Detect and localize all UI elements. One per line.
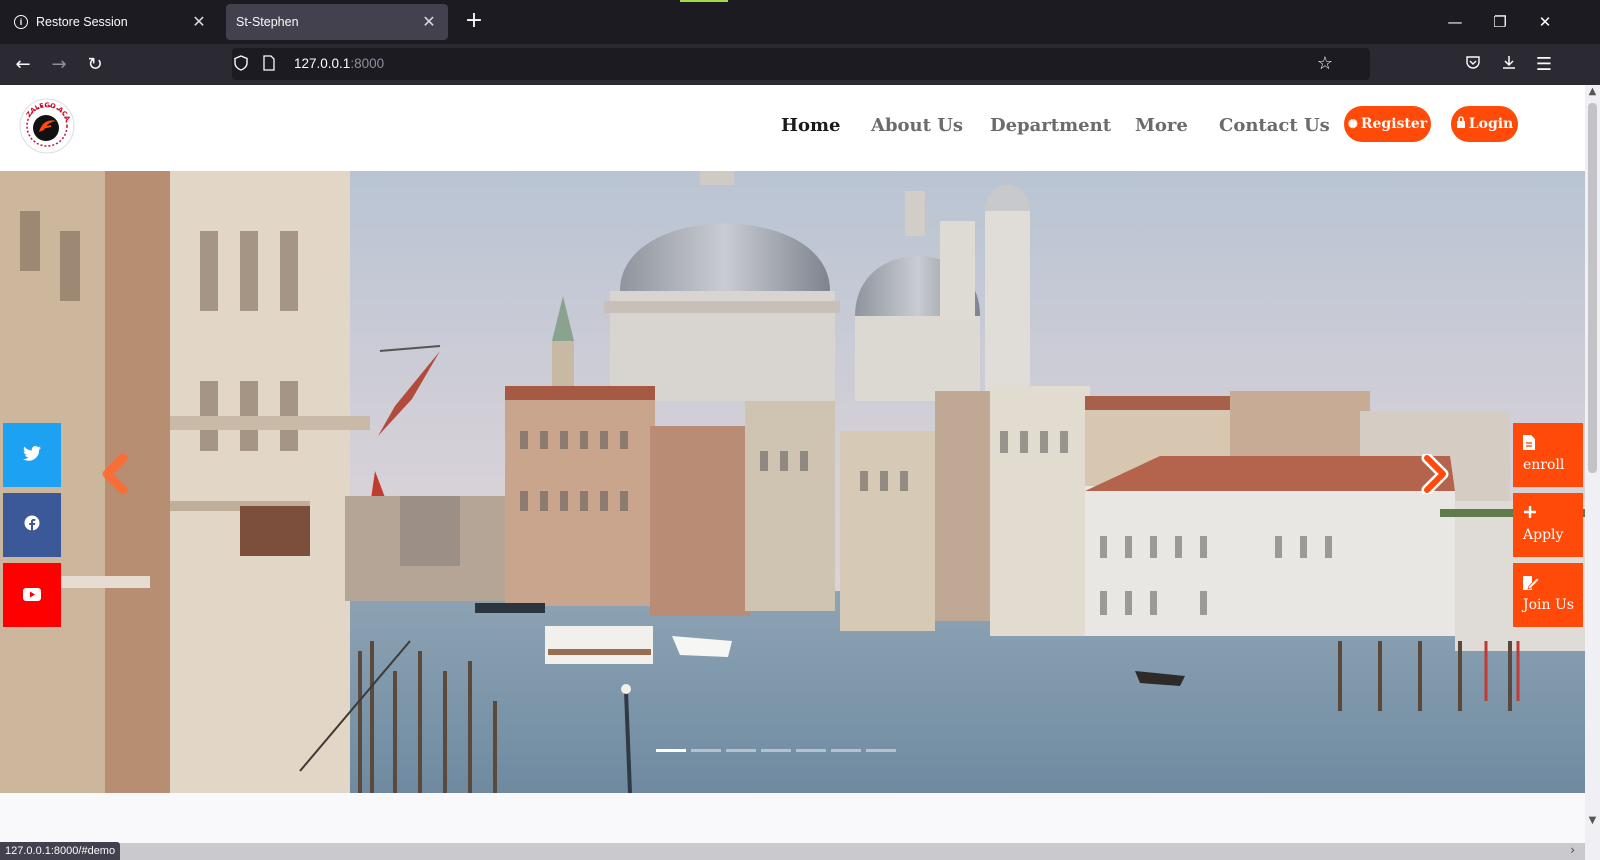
info-icon: i (14, 15, 28, 29)
youtube-icon (23, 586, 41, 605)
scroll-down-icon[interactable]: ▼ (1585, 815, 1600, 826)
enroll-button[interactable]: enroll (1513, 423, 1583, 487)
site-logo[interactable]: ZALEGO ACADEMY (15, 91, 76, 155)
url-text[interactable]: 127.0.0.1:8000 (294, 56, 384, 71)
register-icon: ✺ (1347, 117, 1358, 131)
carousel-indicator[interactable] (831, 749, 861, 752)
site-header: ZALEGO ACADEMY Home About Us Department … (0, 85, 1585, 171)
scroll-right-icon[interactable]: › (1570, 843, 1575, 857)
shield-icon[interactable] (232, 55, 250, 73)
new-tab-button[interactable]: + (462, 10, 486, 34)
facebook-icon (24, 515, 40, 535)
twitter-icon (23, 445, 41, 465)
nav-department[interactable]: Department (990, 115, 1111, 136)
chevron-right-icon (1421, 452, 1449, 496)
restore-window-icon[interactable]: ❐ (1490, 12, 1510, 32)
nav-home[interactable]: Home (781, 115, 841, 136)
navigation-toolbar: ← → ↻ 127.0.0.1:8000 ☆ ☰ (0, 44, 1600, 85)
join-us-label: Join Us (1523, 597, 1574, 613)
downloads-icon[interactable] (1496, 52, 1522, 78)
menu-icon[interactable]: ☰ (1531, 52, 1557, 78)
apply-button[interactable]: Apply (1513, 493, 1583, 557)
tab-accent-line (680, 0, 728, 2)
lock-icon (1456, 116, 1466, 132)
register-button[interactable]: ✺ Register (1344, 106, 1431, 142)
scroll-up-icon[interactable]: ▲ (1585, 86, 1600, 97)
enroll-label: enroll (1523, 457, 1565, 473)
nav-about-us[interactable]: About Us (871, 115, 963, 136)
facebook-button[interactable] (3, 493, 61, 557)
reload-icon[interactable]: ↻ (82, 52, 108, 78)
nav-more[interactable]: More (1135, 115, 1188, 136)
close-window-icon[interactable]: ✕ (1535, 12, 1555, 32)
carousel-next-button[interactable] (1414, 452, 1454, 496)
hero-carousel[interactable]: enroll Apply Join Us (0, 171, 1585, 793)
apply-label: Apply (1523, 527, 1564, 543)
carousel-indicator[interactable] (726, 749, 756, 752)
address-bar[interactable]: 127.0.0.1:8000 ☆ (232, 48, 1370, 80)
minimize-icon[interactable]: — (1445, 12, 1465, 32)
join-us-button[interactable]: Join Us (1513, 563, 1583, 627)
register-label: Register (1360, 116, 1428, 132)
login-button[interactable]: Login (1451, 106, 1518, 142)
login-label: Login (1468, 116, 1514, 132)
horizontal-scrollbar[interactable]: › (0, 843, 1585, 860)
back-icon[interactable]: ← (10, 52, 36, 78)
nav-contact-us[interactable]: Contact Us (1219, 115, 1330, 136)
carousel-indicator[interactable] (866, 749, 896, 752)
carousel-indicator[interactable] (656, 749, 686, 752)
carousel-indicator[interactable] (691, 749, 721, 752)
scrollbar-thumb[interactable] (1588, 103, 1597, 473)
web-page: ZALEGO ACADEMY Home About Us Department … (0, 85, 1585, 860)
file-icon (1523, 435, 1583, 453)
slide-image-venice (0, 171, 1585, 793)
tab-restore-session[interactable]: i Restore Session ✕ (4, 4, 218, 40)
youtube-button[interactable] (3, 563, 61, 627)
forward-icon[interactable]: → (46, 52, 72, 78)
tab-strip: i Restore Session ✕ St-Stephen ✕ + — ❐ ✕ (0, 0, 1600, 44)
vertical-scrollbar[interactable]: ▲ ▼ (1585, 85, 1600, 860)
edit-icon (1523, 575, 1583, 593)
tab-label: Restore Session (36, 15, 128, 29)
carousel-indicator[interactable] (796, 749, 826, 752)
carousel-indicators (656, 749, 896, 752)
close-tab-icon[interactable]: ✕ (190, 12, 208, 32)
carousel-indicator[interactable] (761, 749, 791, 752)
tab-label: St-Stephen (236, 15, 299, 29)
plus-icon (1523, 505, 1583, 523)
page-icon (260, 55, 278, 73)
status-bar-url: 127.0.0.1:8000/#demo (0, 842, 121, 860)
tab-st-stephen[interactable]: St-Stephen ✕ (226, 4, 448, 40)
chevron-left-icon (102, 453, 128, 495)
bookmark-star-icon[interactable]: ☆ (1316, 55, 1334, 73)
carousel-prev-button[interactable] (96, 453, 136, 495)
twitter-button[interactable] (3, 423, 61, 487)
close-tab-icon[interactable]: ✕ (420, 12, 438, 32)
pocket-icon[interactable] (1460, 52, 1486, 78)
